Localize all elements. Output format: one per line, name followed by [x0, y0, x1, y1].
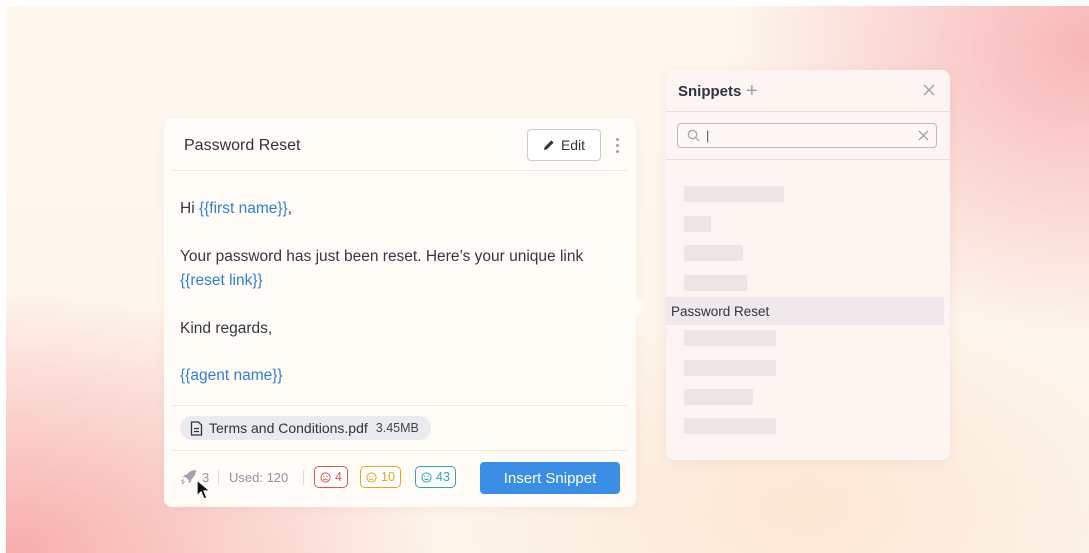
search-input[interactable]	[706, 126, 906, 145]
happy-face-icon	[421, 471, 432, 483]
edit-button[interactable]: Edit	[527, 129, 601, 161]
snippet-title: Password Reset	[184, 137, 301, 154]
mouse-cursor-icon	[196, 479, 212, 500]
snippet-list-item-placeholder[interactable]	[684, 330, 776, 346]
divider	[303, 470, 304, 485]
sad-face-icon	[320, 471, 331, 483]
divider	[172, 405, 627, 406]
snippet-list-item-selected[interactable]: Password Reset	[666, 297, 944, 325]
greeting-text: Hi	[180, 200, 199, 217]
sad-count: 4	[335, 470, 342, 484]
divider	[172, 450, 627, 451]
neutral-count: 10	[381, 470, 395, 484]
snippet-list-item-placeholder[interactable]	[684, 216, 711, 232]
snippet-list-item-placeholder[interactable]	[684, 360, 776, 376]
happy-rating-badge[interactable]: 43	[415, 466, 456, 488]
snippet-footer: 3 Used: 120 4 10 43 Insert Snippet	[180, 462, 620, 494]
reset-link-variable[interactable]: {{reset link}}	[180, 269, 263, 293]
pencil-icon	[543, 140, 554, 150]
greeting-suffix: ,	[287, 200, 293, 217]
body-line-reset: Your password has just been reset. Here’…	[180, 248, 584, 265]
body-line-greeting: Hi {{first name}},	[180, 197, 292, 221]
neutral-rating-badge[interactable]: 10	[360, 466, 401, 488]
add-snippet-button[interactable]: +	[746, 80, 758, 103]
neutral-face-icon	[366, 471, 377, 483]
close-icon[interactable]	[922, 83, 936, 97]
attachment-chip[interactable]: Terms and Conditions.pdf 3.45MB	[180, 416, 431, 440]
snippets-panel-header: Snippets +	[666, 70, 950, 112]
sad-rating-badge[interactable]: 4	[314, 466, 348, 488]
first-name-variable[interactable]: {{first name}}	[199, 200, 288, 217]
snippet-card: Password Reset Edit Hi {{first name}}, Y…	[164, 118, 636, 507]
agent-name-variable[interactable]: {{agent name}}	[180, 364, 283, 388]
snippet-list-item-placeholder[interactable]	[684, 418, 776, 434]
body-line-closing: Kind regards,	[180, 320, 273, 337]
edit-button-label: Edit	[560, 137, 586, 153]
clear-search-icon[interactable]	[918, 130, 929, 141]
snippet-list-item-placeholder[interactable]	[684, 245, 743, 261]
search-icon	[687, 129, 700, 142]
used-count: Used: 120	[229, 470, 289, 485]
more-options-icon[interactable]	[611, 132, 623, 158]
search-box	[677, 123, 937, 148]
document-icon	[190, 420, 203, 436]
snippet-list-item-placeholder[interactable]	[684, 389, 753, 405]
snippet-list-item-placeholder[interactable]	[684, 186, 784, 202]
divider	[218, 470, 219, 485]
happy-count: 43	[436, 470, 450, 484]
snippets-panel: Snippets + Password Reset	[666, 70, 950, 460]
attachment-name: Terms and Conditions.pdf	[209, 420, 368, 436]
insert-snippet-button[interactable]: Insert Snippet	[480, 462, 620, 494]
snippet-header: Password Reset Edit	[172, 118, 627, 171]
panel-title: Snippets	[678, 83, 742, 100]
attachment-size: 3.45MB	[375, 421, 419, 435]
snippet-list-item-placeholder[interactable]	[684, 275, 747, 291]
search-area	[666, 112, 950, 160]
snippet-list-item-label: Password Reset	[671, 304, 770, 319]
background: Password Reset Edit Hi {{first name}}, Y…	[6, 6, 1089, 553]
